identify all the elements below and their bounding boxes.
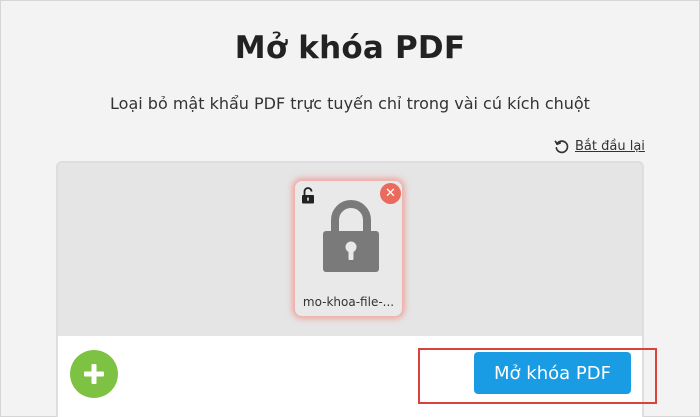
add-file-button[interactable] [70, 350, 118, 398]
restart-icon [554, 140, 569, 154]
restart-label: Bắt đầu lại [575, 139, 645, 154]
unlocked-icon [302, 187, 314, 204]
unlock-pdf-button[interactable]: Mở khóa PDF [474, 352, 631, 394]
file-name: mo-khoa-file-... [302, 295, 395, 309]
restart-link[interactable]: Bắt đầu lại [554, 139, 645, 154]
plus-icon [84, 364, 104, 384]
remove-file-button[interactable]: ✕ [380, 183, 401, 204]
lock-icon [323, 200, 379, 272]
page-subtitle: Loại bỏ mật khẩu PDF trực tuyến chỉ tron… [110, 94, 590, 113]
close-icon: ✕ [385, 186, 396, 201]
page-title: Mở khóa PDF [234, 30, 466, 66]
